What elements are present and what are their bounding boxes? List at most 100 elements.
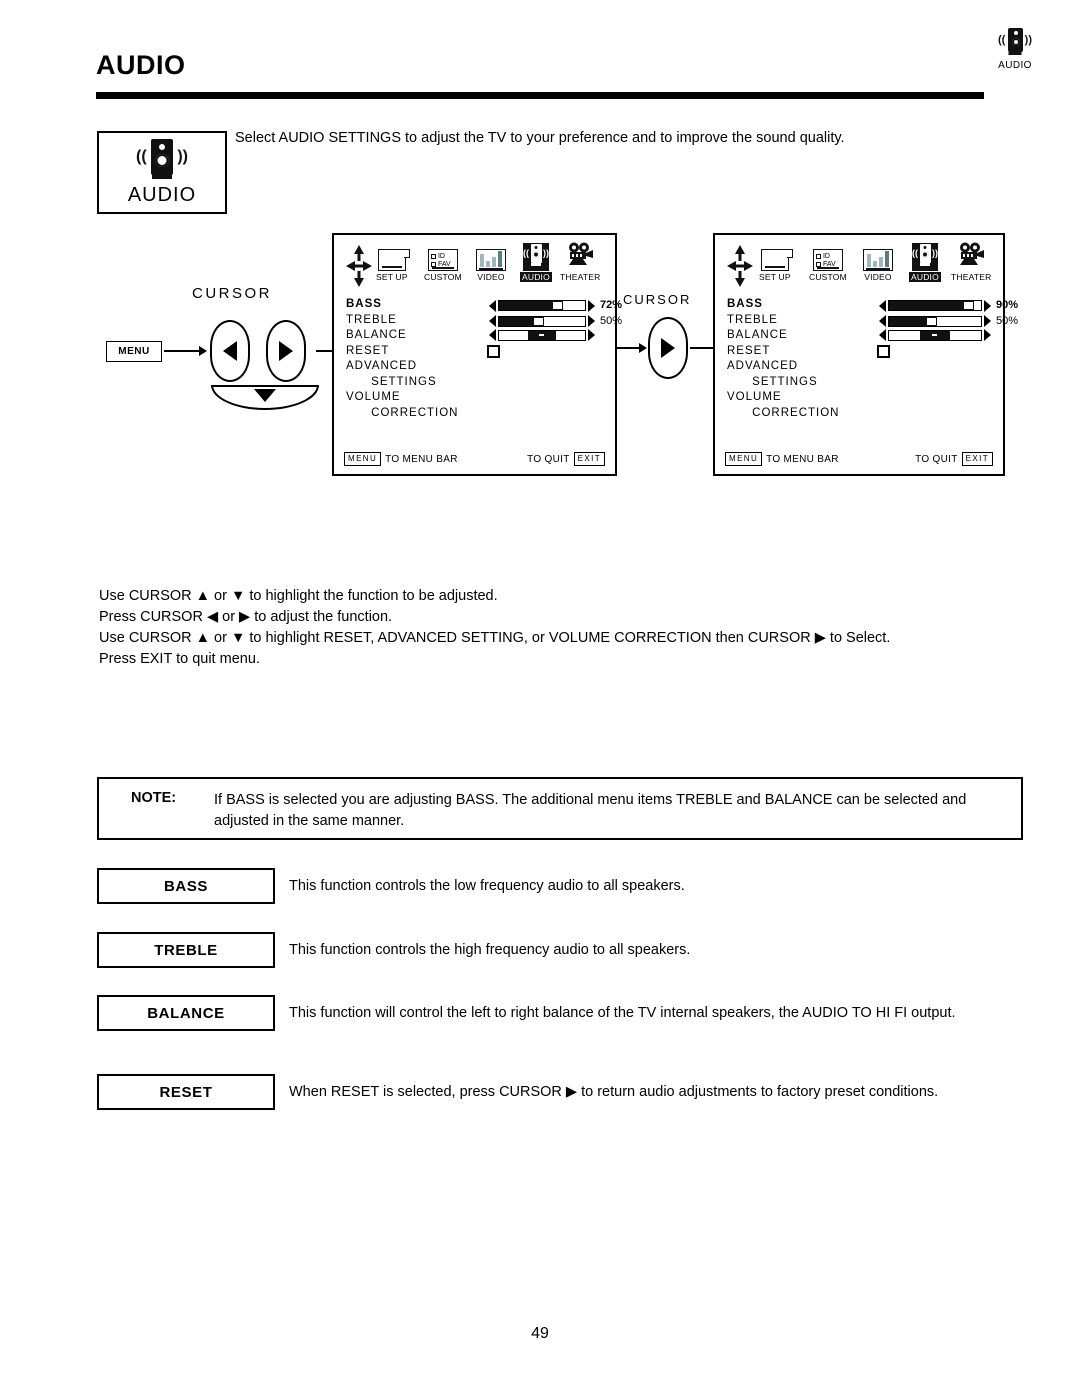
up-down-left-right-arrows-icon [346, 245, 372, 287]
intro-text: Select AUDIO SETTINGS to adjust the TV t… [235, 130, 845, 146]
osd-row-correction[interactable]: CORRECTION [346, 406, 615, 422]
slider-knob[interactable] [926, 316, 937, 326]
balance-track[interactable] [888, 329, 982, 341]
slider-right-arrow[interactable] [984, 299, 991, 312]
slider-right-arrow[interactable] [588, 329, 595, 341]
menu-bar-label: VIDEO [477, 272, 505, 282]
menu-bar-item-theater[interactable]: THEATER [560, 242, 600, 282]
menu-bar-label: AUDIO [909, 272, 941, 282]
osd-row-bass[interactable]: BASS 90% [727, 297, 1018, 313]
menu-bar-label: THEATER [951, 272, 992, 282]
osd-row-advanced[interactable]: ADVANCED [727, 359, 1003, 375]
definition-row: TREBLE This function controls the high f… [97, 932, 1023, 968]
osd-slider[interactable]: 90% [879, 298, 1018, 314]
audio-section-badge: (( )) AUDIO [97, 131, 227, 214]
slider-right-arrow[interactable] [588, 299, 595, 312]
osd-row-advanced[interactable]: ADVANCED [346, 359, 615, 375]
menu-bar-item-set-up[interactable]: SET UP [376, 243, 410, 282]
exit-key[interactable]: EXIT [961, 452, 993, 466]
page-number: 49 [531, 1325, 549, 1342]
slider-track[interactable] [888, 300, 982, 312]
definition-label-reset: RESET [97, 1074, 275, 1110]
cursor-right-icon[interactable] [266, 320, 306, 382]
speaker-icon: (()) [912, 244, 938, 270]
osd-row-label: BALANCE [727, 329, 788, 341]
balance-track[interactable] [498, 329, 586, 341]
osd-screen-after: SET UP ID FAV CUSTOM VIDEO (()) AUDIO THEATER BA… [713, 233, 1018, 476]
osd-screen-before: SET UP ID FAV CUSTOM VIDEO (()) AUDIO THEATER BA… [332, 233, 622, 476]
slider-left-arrow[interactable] [879, 299, 886, 312]
corner-audio-badge: (( )) AUDIO [970, 28, 1060, 71]
menu-bar-item-set-up[interactable]: SET UP [759, 243, 793, 282]
osd-row-settings[interactable]: SETTINGS [727, 375, 1003, 391]
menu-bar-label: SET UP [376, 272, 408, 282]
slider-fill [889, 301, 972, 311]
osd-row-balance[interactable]: BALANCE [346, 328, 615, 344]
setup-icon [377, 249, 410, 271]
menu-key[interactable]: MENU [725, 452, 763, 466]
slider-knob[interactable] [551, 301, 563, 311]
osd-row-label: RESET [346, 344, 390, 357]
menu-bar-item-video[interactable]: VIDEO [863, 243, 893, 282]
exit-key[interactable]: EXIT [573, 452, 605, 466]
slider-track[interactable] [498, 315, 586, 327]
slider-left-arrow[interactable] [489, 329, 496, 341]
slider-track[interactable] [888, 315, 982, 327]
slider-value: 90% [996, 299, 1019, 311]
slider-left-arrow[interactable] [489, 315, 496, 328]
menu-bar-label: CUSTOM [809, 272, 847, 282]
slider-left-arrow[interactable] [489, 299, 496, 312]
cursor-left-icon[interactable] [210, 320, 250, 382]
osd-row-treble[interactable]: TREBLE 50% [727, 313, 1018, 329]
osd-row-reset[interactable]: RESET [727, 344, 1003, 360]
cursor-down-icon[interactable] [211, 385, 319, 410]
osd-balance-slider[interactable] [879, 329, 991, 341]
osd-row-treble[interactable]: TREBLE 50% [346, 313, 622, 329]
menu-bar-item-custom[interactable]: ID FAV CUSTOM [424, 243, 462, 282]
osd-slider[interactable]: 50% [489, 314, 622, 330]
osd-row-correction[interactable]: CORRECTION [727, 406, 1003, 422]
slider-left-arrow[interactable] [879, 329, 886, 341]
definition-label-treble: TREBLE [97, 932, 275, 968]
balance-center-block[interactable] [528, 330, 556, 340]
osd-row-label: BASS [346, 298, 382, 310]
slider-right-arrow[interactable] [984, 315, 991, 328]
reset-checkbox[interactable] [487, 344, 500, 358]
slider-right-arrow[interactable] [984, 329, 991, 341]
osd-row-bass[interactable]: BASS 72% [346, 297, 622, 313]
instructions-block: Use CURSOR ▲ or ▼ to highlight the funct… [99, 586, 989, 670]
slider-knob[interactable] [962, 301, 974, 311]
osd-row-settings[interactable]: SETTINGS [346, 375, 615, 391]
osd-row-volume[interactable]: VOLUME [727, 390, 1003, 406]
mid-arrow-shaft-in [614, 347, 640, 349]
cursor-right-icon[interactable] [648, 317, 688, 379]
slider-knob[interactable] [533, 316, 544, 326]
menu-bar-item-theater[interactable]: THEATER [951, 242, 992, 282]
osd-row-volume[interactable]: VOLUME [346, 390, 615, 406]
slider-left-arrow[interactable] [879, 315, 886, 328]
definition-text-reset: When RESET is selected, press CURSOR ▶ t… [289, 1084, 939, 1100]
slider-track[interactable] [498, 300, 586, 312]
osd-slider[interactable]: 50% [879, 314, 1018, 330]
menu-bar-item-custom[interactable]: ID FAV CUSTOM [809, 243, 847, 282]
balance-center-block[interactable] [920, 330, 950, 340]
osd-slider[interactable]: 72% [489, 298, 622, 314]
mid-cursor-step: CURSOR [614, 292, 722, 382]
osd-row-balance[interactable]: BALANCE [727, 328, 1003, 344]
osd-row-reset[interactable]: RESET [346, 344, 615, 360]
reset-checkbox[interactable] [877, 344, 890, 358]
menu-bar-item-audio[interactable]: (()) AUDIO [909, 243, 941, 282]
osd-row-label: BALANCE [346, 329, 407, 341]
osd-balance-slider[interactable] [489, 329, 595, 341]
triangle-down-glyph [254, 389, 276, 402]
definition-row: BALANCE This function will control the l… [97, 995, 1023, 1031]
menu-key[interactable]: MENU [344, 452, 382, 466]
menu-hint-text: TO MENU BAR [766, 453, 839, 465]
menu-bar-item-audio[interactable]: (()) AUDIO [520, 243, 552, 282]
osd-row-label: RESET [727, 344, 771, 357]
slider-right-arrow[interactable] [588, 315, 595, 328]
osd-row-label: VOLUME [727, 391, 782, 403]
note-text: If BASS is selected you are adjusting BA… [214, 792, 967, 829]
menu-bar-item-video[interactable]: VIDEO [476, 243, 506, 282]
menu-button[interactable]: MENU [106, 341, 162, 362]
